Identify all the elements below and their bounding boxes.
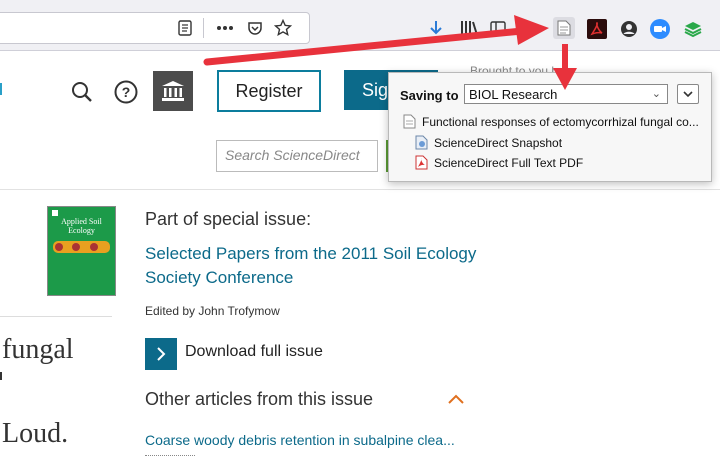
attachment-label: ScienceDirect Snapshot — [434, 135, 563, 150]
svg-text:?: ? — [122, 84, 131, 100]
browser-toolbar — [0, 0, 720, 51]
zotero-save-page-icon[interactable] — [553, 17, 575, 39]
publisher-logo — [52, 210, 58, 216]
saved-item-title: Functional responses of ectomycorrhizal … — [422, 114, 699, 129]
chevron-up-icon[interactable] — [447, 392, 467, 408]
special-issue-heading: Part of special issue: — [145, 209, 312, 229]
register-button[interactable]: Register — [217, 70, 321, 112]
article-author-fragment: Loud. — [2, 418, 69, 449]
collection-select-value: BIOL Research — [469, 86, 558, 102]
header-divider — [0, 189, 720, 190]
library-icon[interactable] — [459, 19, 479, 37]
logo-fragment — [0, 83, 6, 95]
divider — [0, 316, 112, 317]
downloads-icon[interactable] — [428, 19, 444, 37]
zotero-save-popup: Saving to BIOL Research ⌄ Functional res… — [388, 72, 712, 182]
search-input[interactable] — [217, 141, 375, 169]
attachment-row: ScienceDirect Full Text PDF — [415, 155, 583, 170]
download-issue-label[interactable]: Download full issue — [185, 343, 323, 361]
reader-view-icon[interactable] — [176, 19, 194, 37]
help-icon[interactable]: ? — [114, 80, 138, 104]
article-title-fragment: fungal — [2, 334, 74, 365]
cover-title: Applied Soil Ecology — [61, 217, 102, 235]
pdf-icon — [415, 155, 428, 170]
acrobat-icon[interactable] — [587, 19, 607, 39]
attachment-row: ScienceDirect Snapshot — [415, 135, 562, 150]
expand-popup-button[interactable] — [677, 84, 699, 104]
download-issue-button[interactable] — [145, 338, 177, 370]
other-articles-heading: Other articles from this issue — [145, 389, 374, 409]
journal-cover-image[interactable]: Applied Soil Ecology — [47, 206, 116, 296]
attachment-label: ScienceDirect Full Text PDF — [434, 155, 584, 170]
snapshot-icon — [415, 135, 428, 150]
saved-item-row: Functional responses of ectomycorrhizal … — [403, 114, 699, 129]
chevron-right-icon — [157, 347, 166, 361]
search-icon[interactable] — [71, 81, 95, 105]
search-field[interactable] — [216, 140, 378, 172]
edited-by-text: Edited by John Trofymow — [145, 304, 280, 318]
page-actions-menu-icon[interactable] — [214, 19, 236, 37]
bookmark-star-icon[interactable] — [273, 18, 293, 38]
saving-to-label: Saving to — [400, 88, 459, 103]
account-icon[interactable] — [619, 19, 639, 39]
pocket-icon[interactable] — [245, 19, 265, 37]
institution-icon[interactable] — [153, 71, 193, 111]
document-icon — [403, 114, 416, 129]
address-bar[interactable] — [0, 12, 310, 44]
collection-select[interactable]: BIOL Research ⌄ — [464, 84, 668, 104]
zoom-icon[interactable] — [650, 19, 670, 39]
layers-icon[interactable] — [683, 19, 703, 39]
special-issue-link-line2[interactable]: Society Conference — [145, 268, 293, 288]
chevron-down-icon: ⌄ — [651, 88, 661, 100]
sidebar-icon[interactable] — [489, 19, 507, 37]
article-link[interactable]: Coarse woody debris retention in subalpi… — [145, 432, 455, 448]
special-issue-link-line1[interactable]: Selected Papers from the 2011 Soil Ecolo… — [145, 244, 476, 264]
chevron-down-icon — [683, 90, 693, 97]
